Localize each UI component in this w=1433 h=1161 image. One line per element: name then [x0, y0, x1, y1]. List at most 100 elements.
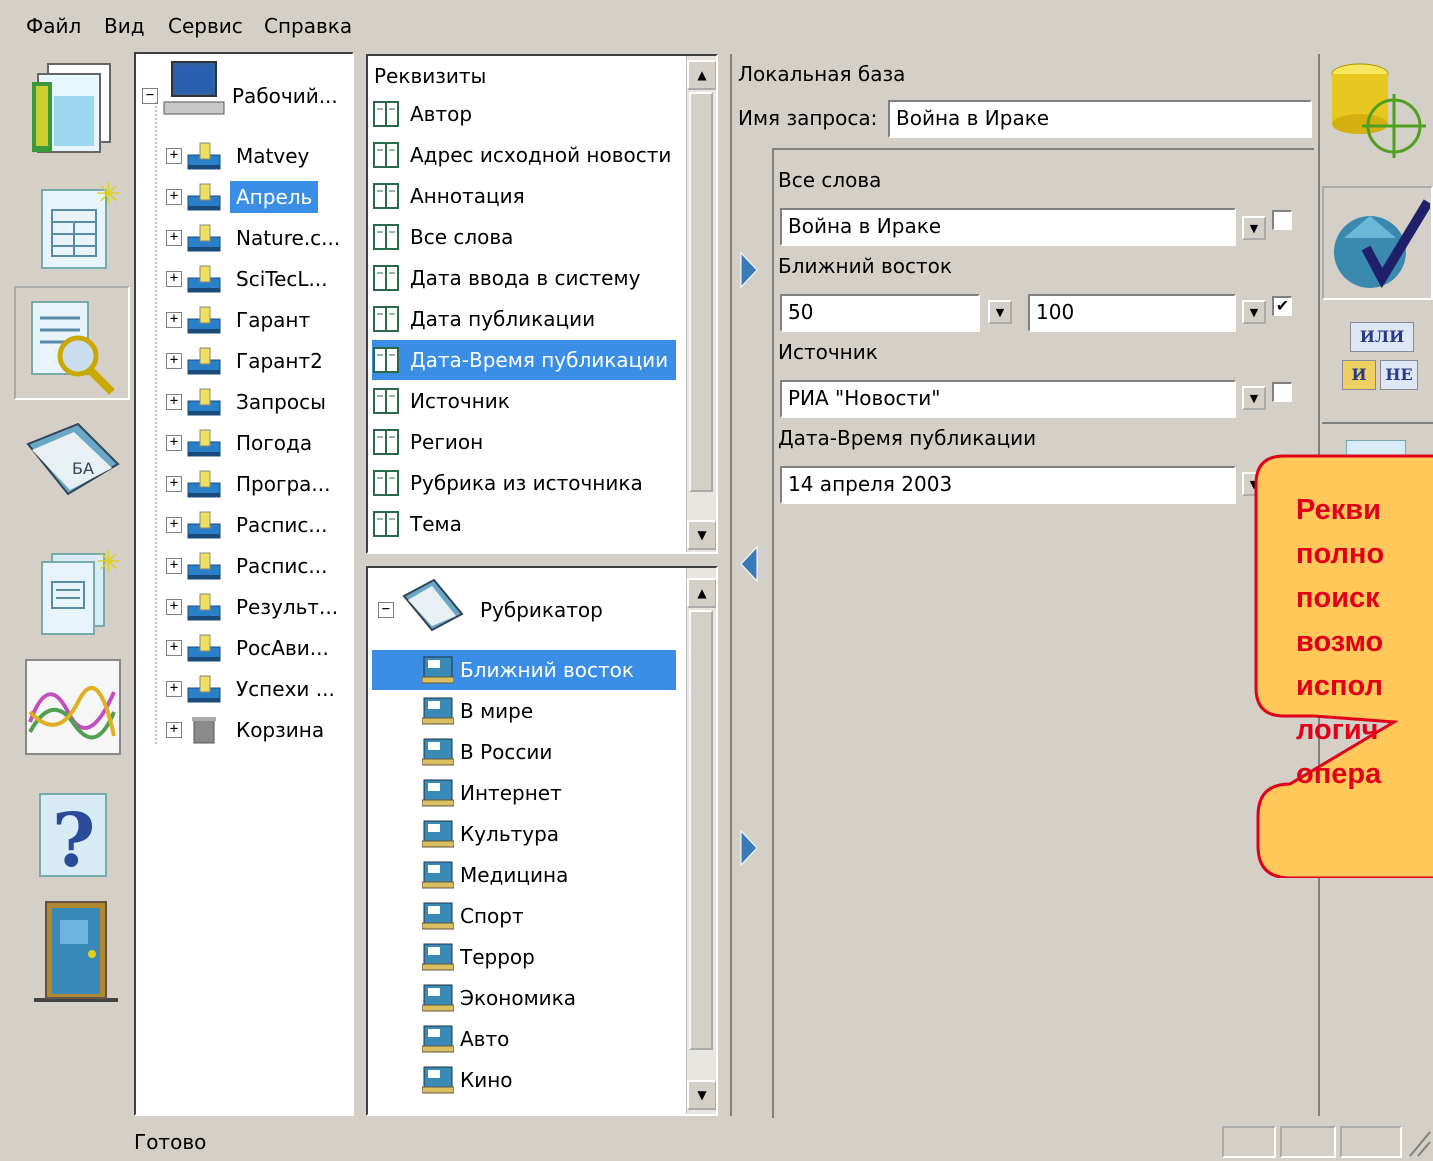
tree-item[interactable]: + Апрель	[166, 177, 319, 217]
scroll-thumb[interactable]	[689, 92, 713, 492]
search-doc-icon[interactable]	[14, 286, 130, 400]
expand-icon[interactable]: +	[166, 681, 182, 697]
expand-icon[interactable]: +	[166, 517, 182, 533]
field-checkbox[interactable]: ✔	[1272, 296, 1292, 316]
tree-item[interactable]: + РосАви...	[166, 628, 335, 668]
rubricator-root-label: Рубрикатор	[480, 598, 603, 622]
execute-query-icon[interactable]	[1322, 186, 1433, 300]
scroll-up-button[interactable]: ▲	[687, 578, 716, 608]
tree-item[interactable]: + Распис...	[166, 546, 333, 586]
field-checkbox[interactable]	[1272, 210, 1292, 230]
dropdown-button[interactable]: ▼	[988, 300, 1012, 324]
rubric-item[interactable]: Медицина	[422, 855, 676, 895]
expand-icon[interactable]: +	[166, 476, 182, 492]
collapse-icon[interactable]: −	[142, 88, 158, 104]
help-icon[interactable]: ?	[18, 776, 128, 886]
rubric-label: Экономика	[460, 986, 577, 1010]
expand-icon[interactable]: +	[166, 230, 182, 246]
database-target-icon[interactable]	[1326, 52, 1432, 166]
conditions-box: Все слова Война в Ираке ▼ Ближний восток…	[772, 148, 1314, 1118]
expand-icon[interactable]: +	[166, 558, 182, 574]
attribute-item[interactable]: Дата публикации	[372, 299, 676, 339]
tree-item[interactable]: + Програ...	[166, 464, 337, 504]
field-value-input[interactable]: РИА "Новости"	[780, 380, 1236, 418]
expand-icon[interactable]: +	[166, 312, 182, 328]
tree-item[interactable]: + Запросы	[166, 382, 332, 422]
book-icon[interactable]: БА	[18, 404, 128, 514]
rubric-item[interactable]: Культура	[422, 814, 676, 854]
field-checkbox[interactable]	[1272, 382, 1292, 402]
field-value-input[interactable]: 14 апреля 2003	[780, 466, 1236, 504]
attributes-scrollbar[interactable]: ▲ ▼	[686, 56, 716, 552]
attribute-item[interactable]: Все слова	[372, 217, 676, 257]
scroll-up-button[interactable]: ▲	[687, 60, 716, 90]
menu-view[interactable]: Вид	[104, 14, 145, 38]
expand-icon[interactable]: +	[166, 435, 182, 451]
tree-item[interactable]: + Успехи ...	[166, 669, 341, 709]
query-name-input[interactable]: Война в Ираке	[888, 100, 1312, 138]
field-value-input[interactable]: Война в Ираке	[780, 208, 1236, 246]
tree-item[interactable]: + Nature.c...	[166, 218, 346, 258]
attribute-item[interactable]: Регион	[372, 422, 676, 462]
rubric-item[interactable]: Спорт	[422, 896, 676, 936]
tree-item[interactable]: + Результ...	[166, 587, 344, 627]
menu-service[interactable]: Сервис	[168, 14, 243, 38]
dropdown-button[interactable]: ▼	[1242, 300, 1266, 324]
rubric-item[interactable]: В России	[422, 732, 676, 772]
rubric-item[interactable]: Экономика	[422, 978, 676, 1018]
expand-icon[interactable]: +	[166, 722, 182, 738]
expand-icon[interactable]: +	[166, 189, 182, 205]
exit-door-icon[interactable]	[18, 894, 128, 1004]
field-value-input[interactable]: 50	[780, 294, 980, 332]
expand-icon[interactable]: +	[166, 148, 182, 164]
attribute-item[interactable]: Дата-Время публикации	[372, 340, 676, 380]
attribute-item[interactable]: Дата ввода в систему	[372, 258, 676, 298]
rubric-item[interactable]: Авто	[422, 1019, 676, 1059]
tree-item[interactable]: + Гарант	[166, 300, 316, 340]
attribute-item[interactable]: Адрес исходной новости	[372, 135, 676, 175]
rubric-item[interactable]: Террор	[422, 937, 676, 977]
tree-item[interactable]: + Корзина	[166, 710, 330, 750]
tree-item[interactable]: + Matvey	[166, 136, 315, 176]
tree-item-label: Апрель	[230, 181, 319, 213]
rubric-item[interactable]: Кино	[422, 1060, 676, 1100]
resize-grip-icon[interactable]	[1408, 1128, 1432, 1158]
dropdown-button[interactable]: ▼	[1242, 216, 1266, 240]
tree-item[interactable]: + Погода	[166, 423, 318, 463]
dropdown-button[interactable]: ▼	[1242, 386, 1266, 410]
chart-icon[interactable]	[18, 652, 128, 762]
collapse-icon[interactable]: −	[378, 602, 394, 618]
field-value2-input[interactable]: 100	[1028, 294, 1236, 332]
and-button[interactable]: И	[1342, 360, 1376, 390]
tree-root[interactable]: − Рабочий...	[142, 61, 338, 116]
scroll-thumb[interactable]	[689, 610, 713, 1050]
rubric-item[interactable]: Ближний восток	[372, 650, 676, 690]
documents-icon[interactable]	[18, 52, 128, 162]
attribute-item[interactable]: Аннотация	[372, 176, 676, 216]
or-button[interactable]: ИЛИ	[1350, 322, 1414, 352]
attribute-item[interactable]: Источник	[372, 381, 676, 421]
scroll-down-button[interactable]: ▼	[687, 1080, 716, 1110]
new-table-icon[interactable]: ✳	[18, 170, 128, 280]
expand-icon[interactable]: +	[166, 394, 182, 410]
menu-help[interactable]: Справка	[264, 14, 352, 38]
rubric-item[interactable]: Интернет	[422, 773, 676, 813]
tree-item[interactable]: + Распис...	[166, 505, 333, 545]
rubric-icon	[422, 820, 454, 848]
tree-item[interactable]: + Гарант2	[166, 341, 329, 381]
rubricator-root[interactable]: − Рубрикатор	[378, 578, 603, 632]
rubric-item[interactable]: В мире	[422, 691, 676, 731]
expand-icon[interactable]: +	[166, 353, 182, 369]
rubricator-scrollbar[interactable]: ▲ ▼	[686, 568, 716, 1114]
attribute-item[interactable]: Автор	[372, 94, 676, 134]
attribute-item[interactable]: Тема	[372, 504, 676, 544]
not-button[interactable]: НЕ	[1380, 360, 1418, 390]
tree-item[interactable]: + SciTecL...	[166, 259, 334, 299]
expand-icon[interactable]: +	[166, 640, 182, 656]
expand-icon[interactable]: +	[166, 599, 182, 615]
attribute-item[interactable]: Рубрика из источника	[372, 463, 676, 503]
new-document-icon[interactable]: ✳	[18, 538, 128, 648]
scroll-down-button[interactable]: ▼	[687, 520, 716, 550]
expand-icon[interactable]: +	[166, 271, 182, 287]
menu-file[interactable]: Файл	[26, 14, 81, 38]
